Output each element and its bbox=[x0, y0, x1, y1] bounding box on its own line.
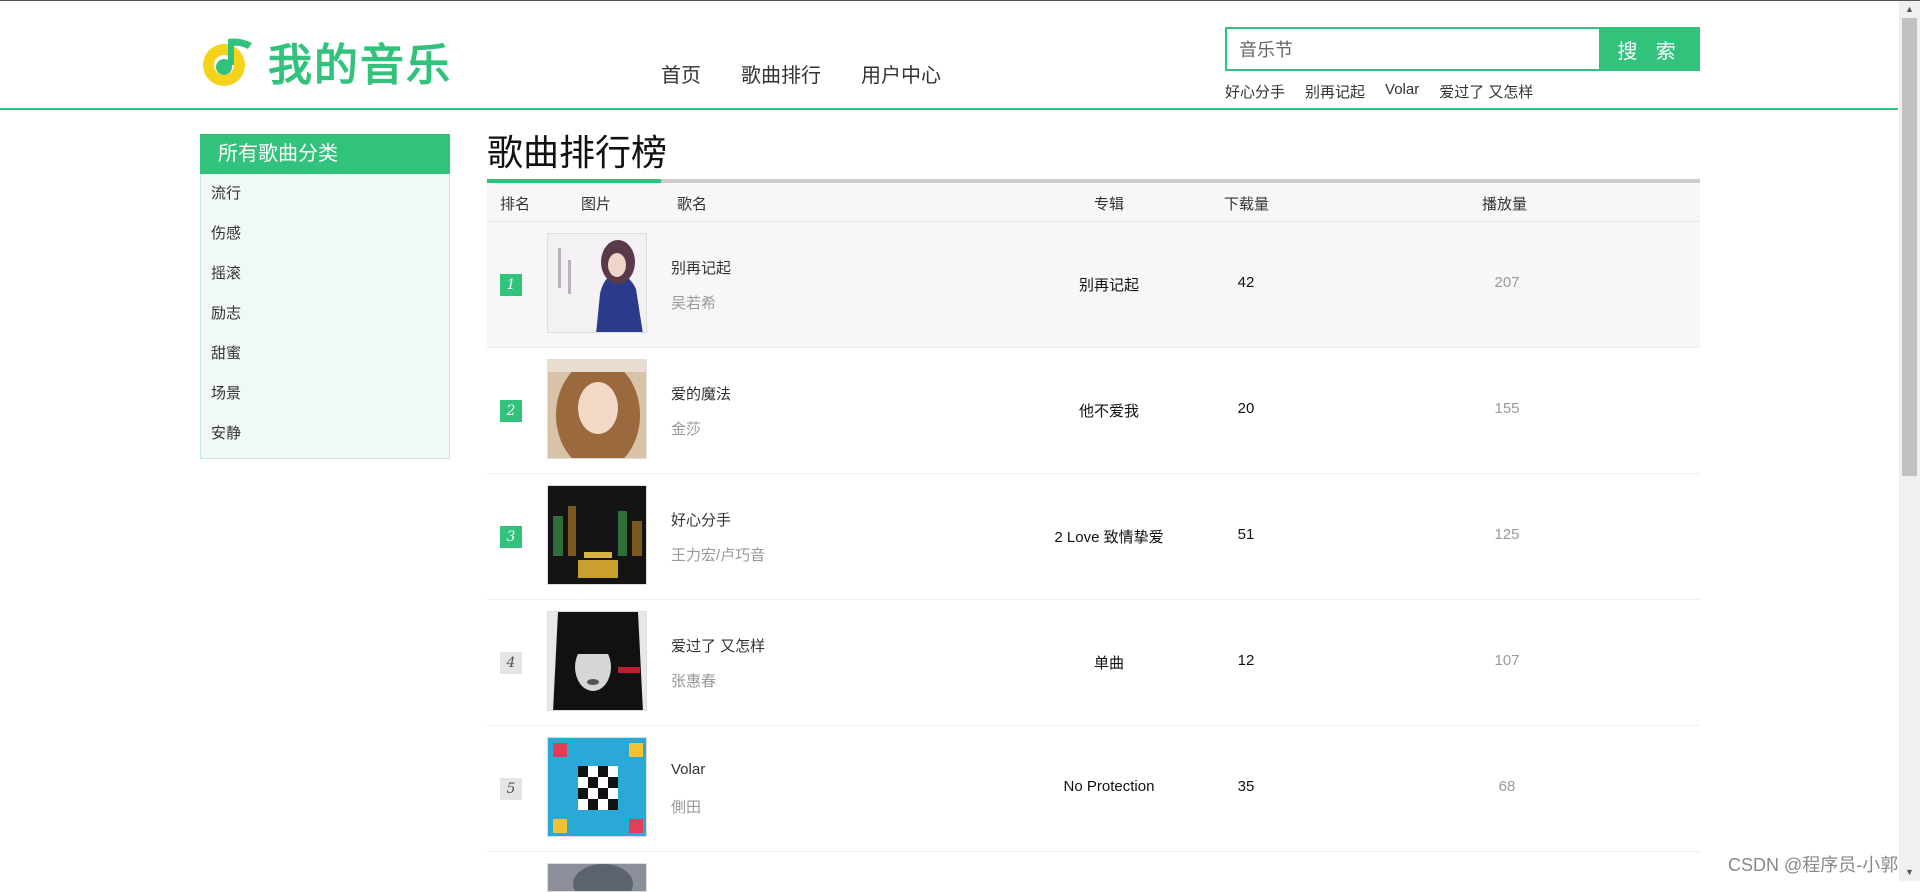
album-name[interactable]: 别再记起 bbox=[1009, 274, 1209, 295]
album-name[interactable]: 他不爱我 bbox=[1009, 400, 1209, 421]
col-album: 专辑 bbox=[1094, 196, 1125, 213]
album-cover-image bbox=[548, 864, 646, 891]
col-downloads: 下载量 bbox=[1224, 196, 1270, 213]
album-cover[interactable] bbox=[547, 863, 647, 892]
logo-text: 我的音乐 bbox=[268, 40, 452, 91]
page-title: 歌曲排行榜 bbox=[487, 132, 668, 173]
download-count: 51 bbox=[1237, 526, 1255, 543]
rank-badge: 3 bbox=[500, 526, 522, 548]
sidebar-title: 所有歌曲分类 bbox=[200, 134, 450, 174]
table-row[interactable]: 1 别再记起 吴若希 别再记起 42 207 bbox=[487, 222, 1700, 348]
album-cover[interactable] bbox=[547, 233, 647, 333]
album-cover-image bbox=[548, 738, 646, 836]
nav-song-ranking[interactable]: 歌曲排行 bbox=[741, 59, 821, 88]
album-cover[interactable] bbox=[547, 611, 647, 711]
song-title[interactable]: 别再记起 bbox=[671, 257, 731, 278]
play-count: 68 bbox=[1498, 778, 1516, 795]
download-count: 35 bbox=[1237, 778, 1255, 795]
nav-home[interactable]: 首页 bbox=[661, 59, 701, 88]
play-count: 207 bbox=[1494, 274, 1520, 291]
album-cover[interactable] bbox=[547, 485, 647, 585]
sidebar-item-rock[interactable]: 摇滚 bbox=[201, 262, 449, 302]
sidebar-item-sweet[interactable]: 甜蜜 bbox=[201, 342, 449, 382]
nav-user-center[interactable]: 用户中心 bbox=[861, 59, 941, 88]
page-scrollbar[interactable]: ▲ ▼ bbox=[1899, 1, 1920, 881]
album-cover-image bbox=[548, 486, 646, 584]
sidebar-item-inspirational[interactable]: 励志 bbox=[201, 302, 449, 342]
watermark: CSDN @程序员-小郭 bbox=[1728, 855, 1899, 875]
ranking-panel: 歌曲排行榜 排名 图片 歌名 专辑 下载量 播放量 1 别再记起 吴若希 别再记… bbox=[487, 129, 1700, 892]
table-row[interactable]: 3 好心分手 王力宏/卢巧音 2 Love 致情挚爱 51 125 bbox=[487, 474, 1700, 600]
album-name[interactable]: 单曲 bbox=[1009, 652, 1209, 673]
sidebar-item-quiet[interactable]: 安静 bbox=[201, 422, 449, 462]
album-cover[interactable] bbox=[547, 359, 647, 459]
singer-name[interactable]: 側田 bbox=[671, 796, 701, 817]
sidebar-item-scene[interactable]: 场景 bbox=[201, 382, 449, 422]
scroll-down-arrow-icon[interactable]: ▼ bbox=[1899, 864, 1920, 881]
search-input[interactable] bbox=[1225, 27, 1599, 71]
scroll-up-arrow-icon[interactable]: ▲ bbox=[1899, 1, 1920, 18]
singer-name[interactable]: 吴若希 bbox=[671, 292, 716, 313]
table-row[interactable] bbox=[487, 852, 1700, 892]
song-title[interactable]: Volar bbox=[671, 761, 705, 778]
singer-name[interactable]: 张惠春 bbox=[671, 670, 716, 691]
sidebar-item-sad[interactable]: 伤感 bbox=[201, 222, 449, 262]
col-rank: 排名 bbox=[500, 196, 531, 213]
hot-keyword[interactable]: 别再记起 bbox=[1305, 81, 1365, 102]
singer-name[interactable]: 金莎 bbox=[671, 418, 701, 439]
site-header: 我的音乐 首页 歌曲排行 用户中心 搜 索 好心分手 别再记起 Volar 爱过… bbox=[0, 1, 1898, 110]
rank-badge: 1 bbox=[500, 274, 522, 296]
search-button[interactable]: 搜 索 bbox=[1599, 27, 1700, 71]
hot-keyword[interactable]: Volar bbox=[1385, 81, 1419, 102]
col-song: 歌名 bbox=[677, 196, 708, 213]
singer-name[interactable]: 王力宏/卢巧音 bbox=[671, 544, 765, 565]
category-list: 流行 伤感 摇滚 励志 甜蜜 场景 安静 bbox=[200, 174, 450, 459]
album-cover-image bbox=[548, 234, 646, 332]
category-sidebar: 所有歌曲分类 流行 伤感 摇滚 励志 甜蜜 场景 安静 bbox=[200, 134, 450, 459]
table-row[interactable]: 2 爱的魔法 金莎 他不爱我 20 155 bbox=[487, 348, 1700, 474]
sidebar-item-pop[interactable]: 流行 bbox=[201, 182, 449, 222]
hot-keyword[interactable]: 好心分手 bbox=[1225, 81, 1285, 102]
music-note-logo-icon bbox=[203, 38, 252, 86]
site-logo[interactable]: 我的音乐 bbox=[200, 29, 452, 93]
col-plays: 播放量 bbox=[1482, 196, 1528, 213]
table-row[interactable]: 5 Volar 側田 No Protection 35 68 bbox=[487, 726, 1700, 852]
album-cover-image bbox=[548, 360, 646, 458]
song-title[interactable]: 爱的魔法 bbox=[671, 383, 731, 404]
rank-badge: 2 bbox=[500, 400, 522, 422]
hot-keyword[interactable]: 爱过了 又怎样 bbox=[1439, 81, 1533, 102]
col-image: 图片 bbox=[581, 196, 612, 213]
download-count: 42 bbox=[1237, 274, 1255, 291]
main-nav: 首页 歌曲排行 用户中心 bbox=[661, 59, 981, 88]
play-count: 107 bbox=[1494, 652, 1520, 669]
album-cover-image bbox=[548, 612, 646, 710]
rank-badge: 4 bbox=[500, 652, 522, 674]
song-title[interactable]: 好心分手 bbox=[671, 509, 731, 530]
play-count: 125 bbox=[1494, 526, 1520, 543]
search-bar: 搜 索 bbox=[1225, 27, 1700, 71]
download-count: 20 bbox=[1237, 400, 1255, 417]
scroll-thumb[interactable] bbox=[1902, 18, 1917, 476]
table-row[interactable]: 4 爱过了 又怎样 张惠春 单曲 12 107 bbox=[487, 600, 1700, 726]
album-name[interactable]: 2 Love 致情挚爱 bbox=[1009, 526, 1209, 547]
album-name[interactable]: No Protection bbox=[1009, 778, 1209, 795]
download-count: 12 bbox=[1237, 652, 1255, 669]
album-cover[interactable] bbox=[547, 737, 647, 837]
rank-badge: 5 bbox=[500, 778, 522, 800]
hot-keywords: 好心分手 别再记起 Volar 爱过了 又怎样 bbox=[1225, 81, 1553, 102]
song-title[interactable]: 爱过了 又怎样 bbox=[671, 635, 765, 656]
table-header: 排名 图片 歌名 专辑 下载量 播放量 bbox=[487, 183, 1700, 222]
play-count: 155 bbox=[1494, 400, 1520, 417]
